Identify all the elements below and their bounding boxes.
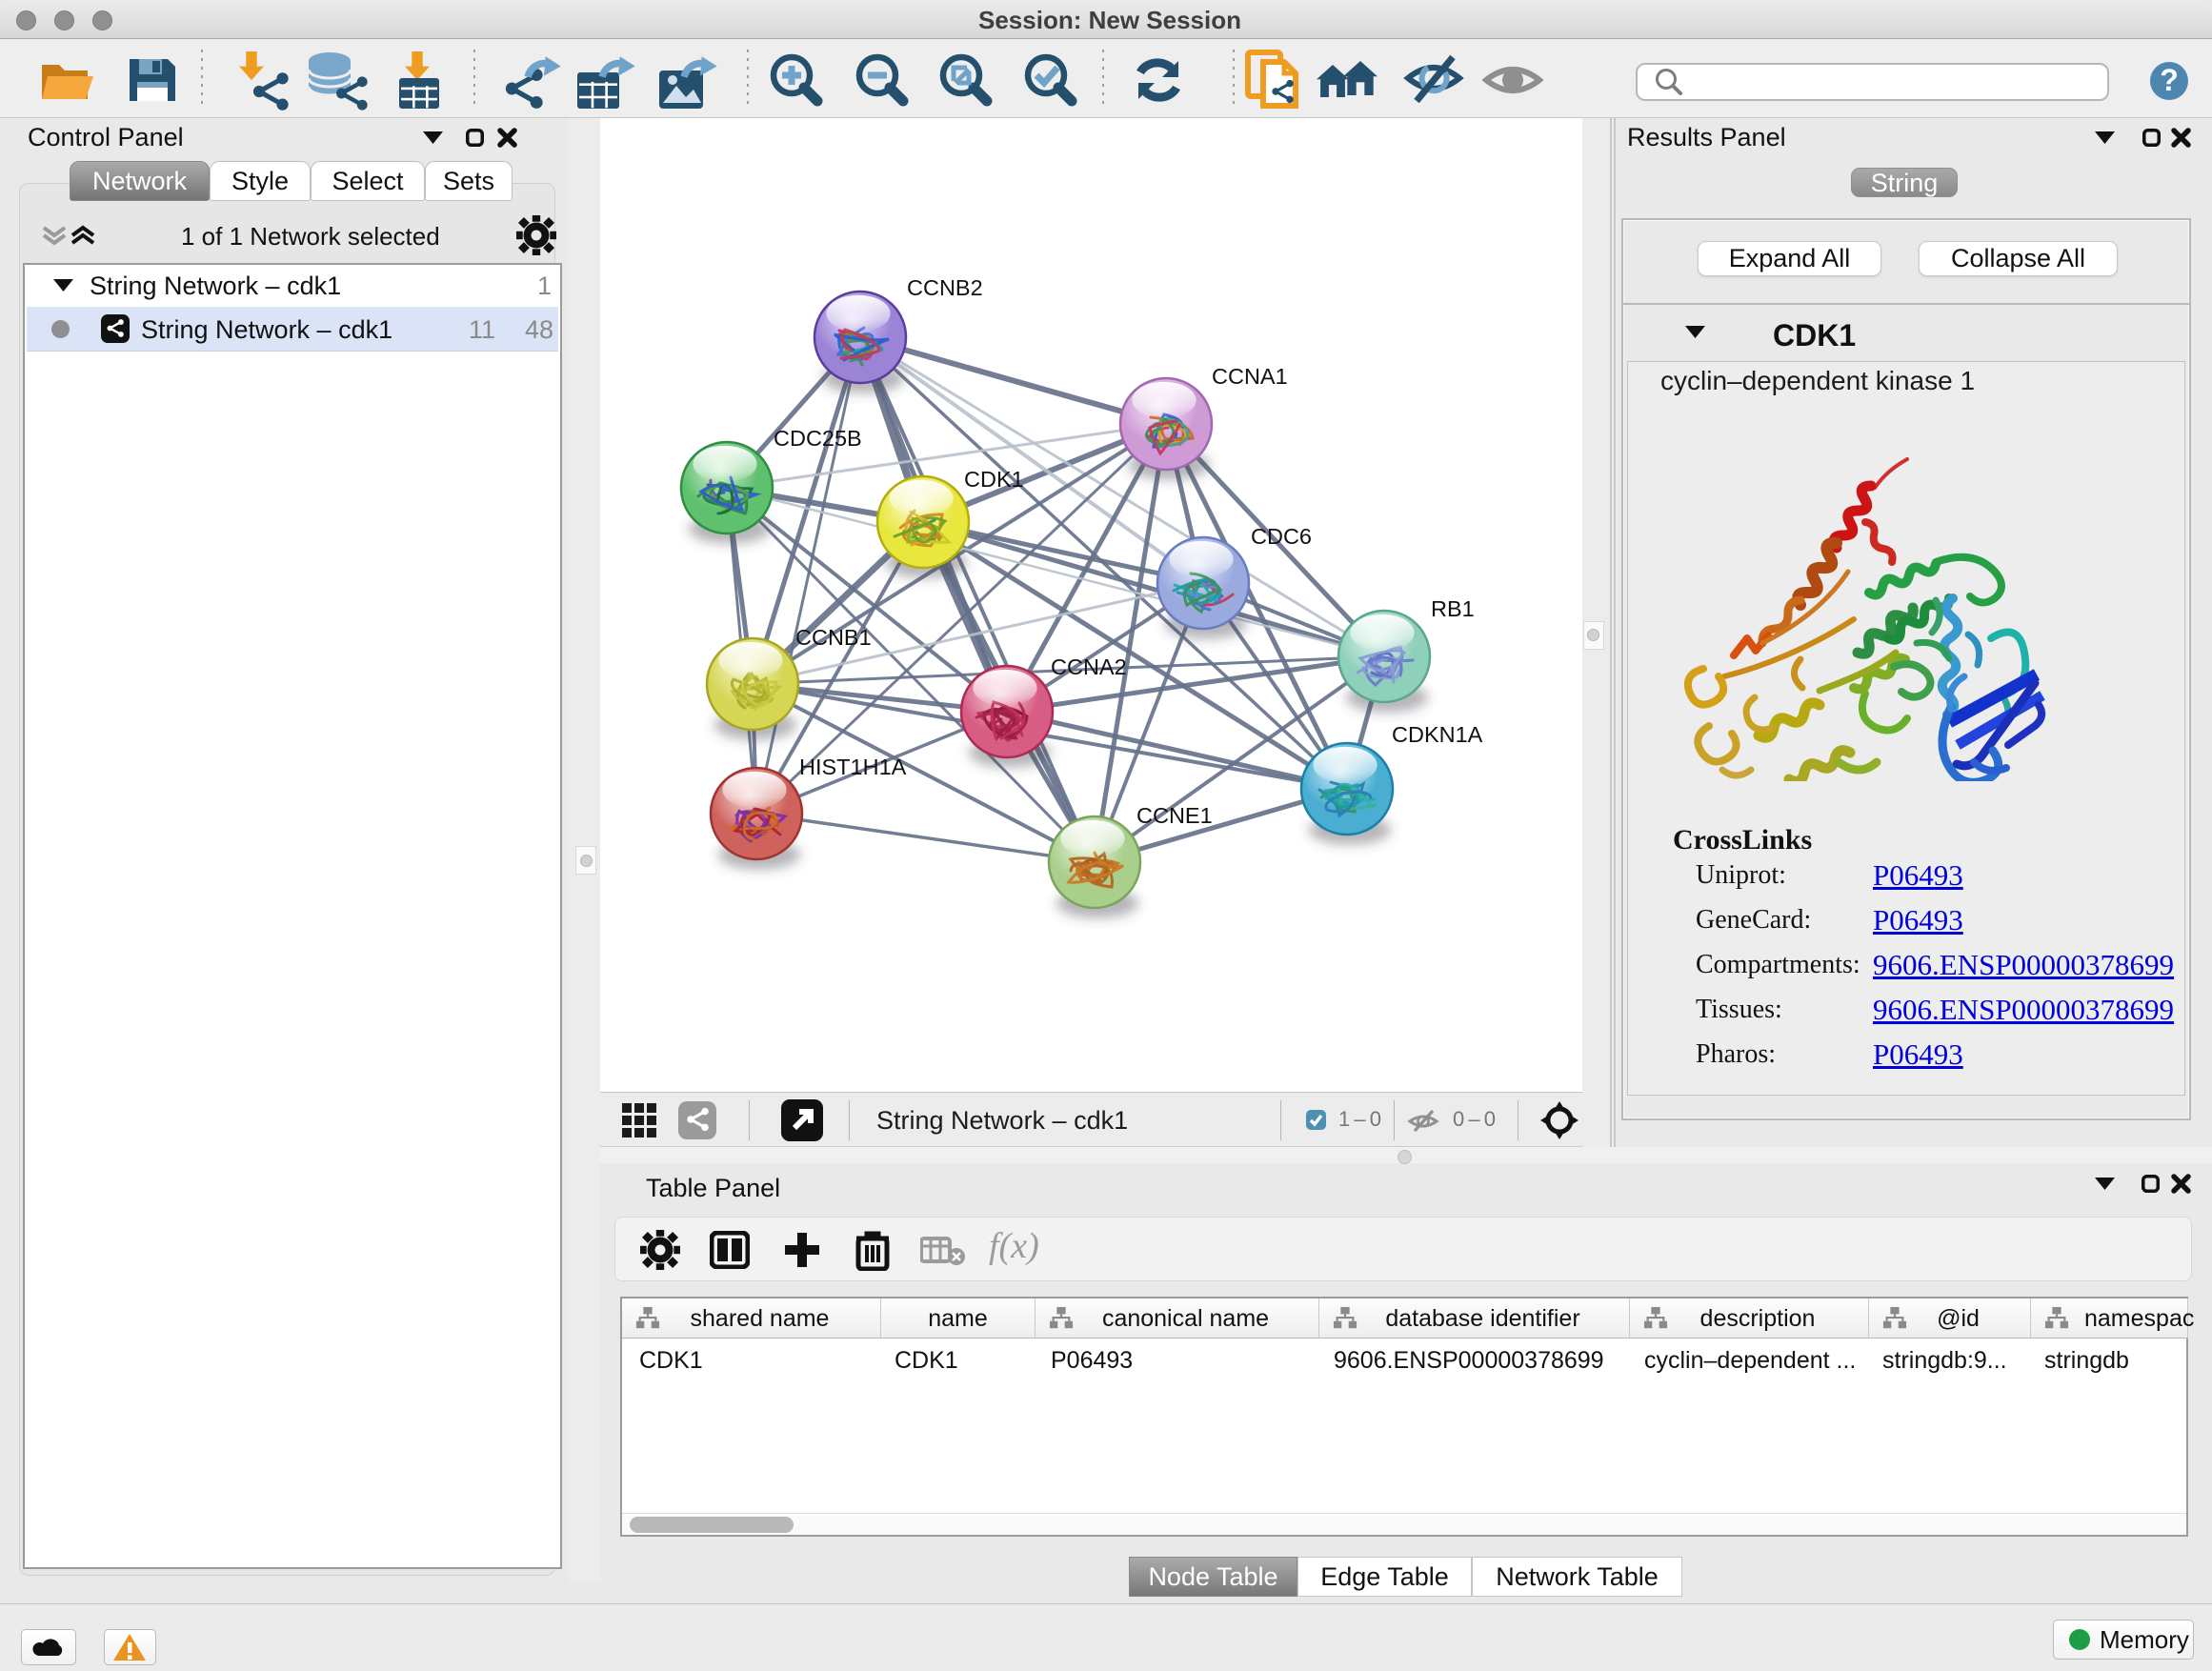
svg-text:?: ? — [2160, 63, 2179, 97]
svg-text:CDKN1A: CDKN1A — [1392, 722, 1483, 747]
svg-text:RB1: RB1 — [1431, 596, 1475, 621]
svg-text:CDC6: CDC6 — [1251, 524, 1312, 549]
svg-text:CCNB1: CCNB1 — [795, 625, 872, 650]
svg-text:CCNE1: CCNE1 — [1136, 803, 1213, 828]
svg-text:CCNA2: CCNA2 — [1051, 654, 1127, 679]
svg-text:CCNB2: CCNB2 — [907, 275, 983, 300]
svg-text:HIST1H1A: HIST1H1A — [799, 755, 907, 779]
svg-text:CCNA1: CCNA1 — [1212, 364, 1288, 389]
svg-text:CDC25B: CDC25B — [774, 426, 862, 451]
svg-text:CDK1: CDK1 — [964, 467, 1024, 492]
